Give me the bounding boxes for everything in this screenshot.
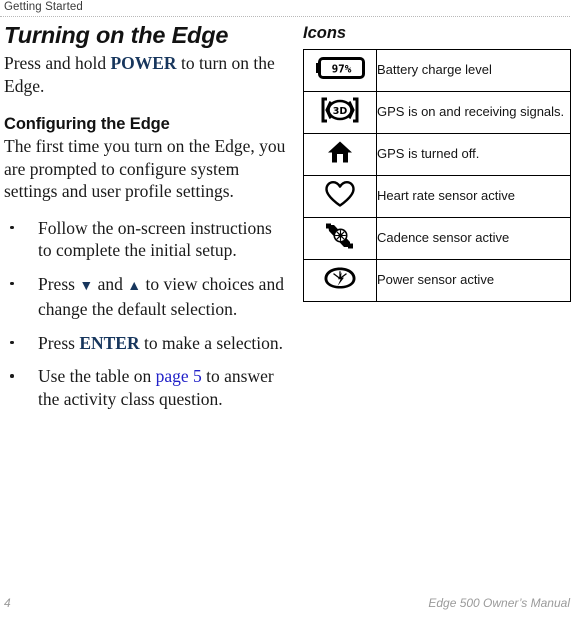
left-column: Turning on the Edge Press and hold POWER… — [4, 22, 286, 421]
cadence-sensor-icon — [324, 222, 356, 250]
bullet-press-enter-prefix: Press — [38, 332, 80, 353]
svg-text:97%: 97% — [332, 63, 352, 76]
description-cadence: Cadence sensor active — [376, 217, 571, 260]
table-row: 97% Battery charge level — [303, 49, 571, 92]
bullet-dot-icon — [10, 340, 14, 344]
key-enter: ENTER — [79, 332, 140, 353]
section-title-turning-on: Turning on the Edge — [4, 22, 229, 48]
right-column: Icons 97% Battery charge level 3D GPS is… — [303, 22, 571, 302]
gps-off-home-icon — [327, 140, 353, 164]
footer-manual-title: Edge 500 Owner’s Manual — [428, 596, 570, 610]
description-battery: Battery charge level — [376, 49, 571, 92]
description-heart-rate: Heart rate sensor active — [376, 175, 571, 218]
bullet-press-arrows-prefix: Press — [38, 273, 80, 294]
section-title-icons: Icons — [303, 24, 347, 42]
subsection-paragraph: The first time you turn on the Edge, you… — [4, 136, 286, 201]
icons-legend-table: 97% Battery charge level 3D GPS is on an… — [303, 49, 571, 302]
table-row: Heart rate sensor active — [303, 175, 571, 218]
page-footer: 4 Edge 500 Owner’s Manual — [4, 596, 570, 612]
bullet-dot-icon — [10, 225, 14, 229]
running-header-title: Getting Started — [4, 1, 83, 13]
cross-reference-link-page-5[interactable]: page 5 — [156, 366, 202, 386]
gps-3d-signal-icon: 3D — [318, 97, 362, 123]
bullet-press-enter-suffix: to make a selection. — [139, 332, 283, 353]
description-gps-off: GPS is turned off. — [376, 133, 571, 176]
header-divider-rule — [0, 16, 570, 17]
intro-text-before: Press and hold — [4, 53, 111, 73]
icon-cell-battery: 97% — [303, 49, 377, 92]
heart-rate-icon — [324, 180, 356, 208]
list-item: Follow the on-screen instructions to com… — [4, 217, 286, 262]
bullet-press-arrows-middle: and — [93, 273, 128, 294]
bullet-dot-icon — [10, 281, 14, 285]
icon-cell-power — [303, 259, 377, 302]
subsection-title-configuring: Configuring the Edge — [4, 115, 170, 133]
table-row: Cadence sensor active — [303, 217, 571, 260]
description-power: Power sensor active — [376, 259, 571, 302]
bullet-dot-icon — [10, 374, 14, 378]
list-item: Use the table on page 5 to answer the ac… — [4, 365, 286, 410]
power-sensor-icon — [322, 265, 358, 291]
key-power: POWER — [110, 53, 177, 73]
arrow-up-icon: ▲ — [127, 278, 142, 294]
table-row: 3D GPS is on and receiving signals. — [303, 91, 571, 134]
icon-cell-heart-rate — [303, 175, 377, 218]
battery-charge-icon: 97% — [315, 57, 365, 79]
description-gps-on: GPS is on and receiving signals. — [376, 91, 571, 134]
list-item: Press ▼ and ▲ to view choices and change… — [4, 273, 286, 321]
icon-cell-gps-signal: 3D — [303, 91, 377, 134]
table-row: GPS is turned off. — [303, 133, 571, 176]
arrow-down-icon: ▼ — [79, 278, 94, 294]
footer-page-number: 4 — [4, 596, 11, 610]
intro-paragraph: Press and hold POWER to turn on the Edge… — [4, 52, 286, 97]
list-item: Press ENTER to make a selection. — [4, 332, 286, 355]
setup-steps-list: Follow the on-screen instructions to com… — [4, 217, 286, 411]
icon-cell-cadence — [303, 217, 377, 260]
icon-cell-gps-off — [303, 133, 377, 176]
svg-text:3D: 3D — [333, 106, 348, 117]
bullet-activity-class-prefix: Use the table on — [38, 366, 156, 386]
bullet-follow-instructions-text: Follow the on-screen instructions to com… — [38, 217, 272, 261]
table-row: Power sensor active — [303, 259, 571, 302]
